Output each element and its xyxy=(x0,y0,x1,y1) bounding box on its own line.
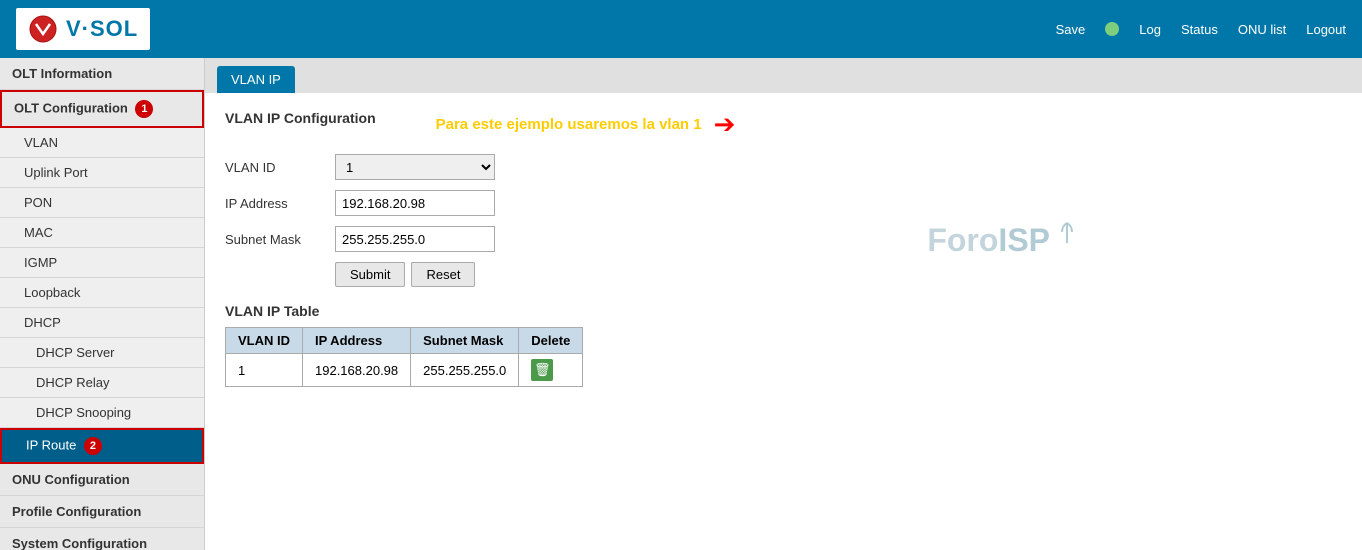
sidebar-item-uplink-port[interactable]: Uplink Port xyxy=(0,158,204,188)
header-right: Save Log Status ONU list Logout xyxy=(1056,22,1346,37)
row-delete-cell: 🗑 xyxy=(519,354,583,387)
subnet-mask-row: Subnet Mask xyxy=(225,226,1342,252)
vlan-id-select[interactable]: 1 xyxy=(335,154,495,180)
sidebar-item-ip-route[interactable]: IP Route 2 xyxy=(0,428,204,464)
col-subnet-mask: Subnet Mask xyxy=(411,328,519,354)
vlan-id-row: VLAN ID 1 xyxy=(225,154,1342,180)
sidebar-item-dhcp[interactable]: DHCP xyxy=(0,308,204,338)
sidebar-item-pon[interactable]: PON xyxy=(0,188,204,218)
table-title: VLAN IP Table xyxy=(225,303,1342,319)
sidebar-item-vlan[interactable]: VLAN xyxy=(0,128,204,158)
col-delete: Delete xyxy=(519,328,583,354)
col-ip-address: IP Address xyxy=(303,328,411,354)
tab-vlan-ip[interactable]: VLAN IP xyxy=(217,66,295,93)
reset-button[interactable]: Reset xyxy=(411,262,475,287)
vsol-logo-icon xyxy=(28,14,58,44)
sidebar-item-olt-configuration[interactable]: OLT Configuration 1 xyxy=(0,90,204,128)
delete-button[interactable]: 🗑 xyxy=(531,359,553,381)
sidebar: OLT Information OLT Configuration 1 VLAN… xyxy=(0,58,205,550)
badge-1: 1 xyxy=(135,100,153,118)
title-row: VLAN IP Configuration Para este ejemplo … xyxy=(225,109,1342,140)
layout: OLT Information OLT Configuration 1 VLAN… xyxy=(0,58,1362,550)
vlan-ip-table: VLAN ID IP Address Subnet Mask Delete 1 … xyxy=(225,327,583,387)
table-row: 1 192.168.20.98 255.255.255.0 🗑 xyxy=(226,354,583,387)
sidebar-item-onu-configuration[interactable]: ONU Configuration xyxy=(0,464,204,496)
sidebar-item-dhcp-server[interactable]: DHCP Server xyxy=(0,338,204,368)
row-ip-address: 192.168.20.98 xyxy=(303,354,411,387)
nav-log-link[interactable]: Log xyxy=(1139,22,1161,37)
logo-area: V·SOL xyxy=(16,8,150,50)
sidebar-item-system-configuration[interactable]: System Configuration xyxy=(0,528,204,550)
subnet-mask-label: Subnet Mask xyxy=(225,232,335,247)
sidebar-item-dhcp-relay[interactable]: DHCP Relay xyxy=(0,368,204,398)
annotation-text: Para este ejemplo usaremos la vlan 1 xyxy=(436,116,702,133)
sidebar-item-profile-configuration[interactable]: Profile Configuration xyxy=(0,496,204,528)
submit-button[interactable]: Submit xyxy=(335,262,405,287)
subnet-mask-input[interactable] xyxy=(335,226,495,252)
nav-status-link[interactable]: Status xyxy=(1181,22,1218,37)
tab-bar: VLAN IP xyxy=(205,58,1362,93)
sidebar-item-igmp[interactable]: IGMP xyxy=(0,248,204,278)
section-title: VLAN IP Configuration xyxy=(225,110,376,126)
nav-onu-list-link[interactable]: ONU list xyxy=(1238,22,1286,37)
col-vlan-id: VLAN ID xyxy=(226,328,303,354)
vlan-ip-table-section: VLAN IP Table VLAN ID IP Address Subnet … xyxy=(225,303,1342,387)
sidebar-item-olt-information[interactable]: OLT Information xyxy=(0,58,204,90)
vlan-id-label: VLAN ID xyxy=(225,160,335,175)
red-arrow-icon: ➔ xyxy=(714,109,736,140)
nav-logout-link[interactable]: Logout xyxy=(1306,22,1346,37)
main-content: VLAN IP VLAN IP Configuration Para este … xyxy=(205,58,1362,550)
sidebar-item-loopback[interactable]: Loopback xyxy=(0,278,204,308)
ip-address-input[interactable] xyxy=(335,190,495,216)
ip-address-row: IP Address xyxy=(225,190,1342,216)
ip-address-label: IP Address xyxy=(225,196,335,211)
row-subnet-mask: 255.255.255.0 xyxy=(411,354,519,387)
status-indicator xyxy=(1105,22,1119,36)
header: V·SOL Save Log Status ONU list Logout xyxy=(0,0,1362,58)
badge-2: 2 xyxy=(84,437,102,455)
sidebar-item-dhcp-snooping[interactable]: DHCP Snooping xyxy=(0,398,204,428)
save-button[interactable]: Save xyxy=(1056,22,1086,37)
content-area: VLAN IP Configuration Para este ejemplo … xyxy=(205,93,1362,403)
logo-text: V·SOL xyxy=(66,16,138,42)
row-vlan-id: 1 xyxy=(226,354,303,387)
sidebar-item-mac[interactable]: MAC xyxy=(0,218,204,248)
form-buttons-row: Submit Reset xyxy=(225,262,1342,287)
